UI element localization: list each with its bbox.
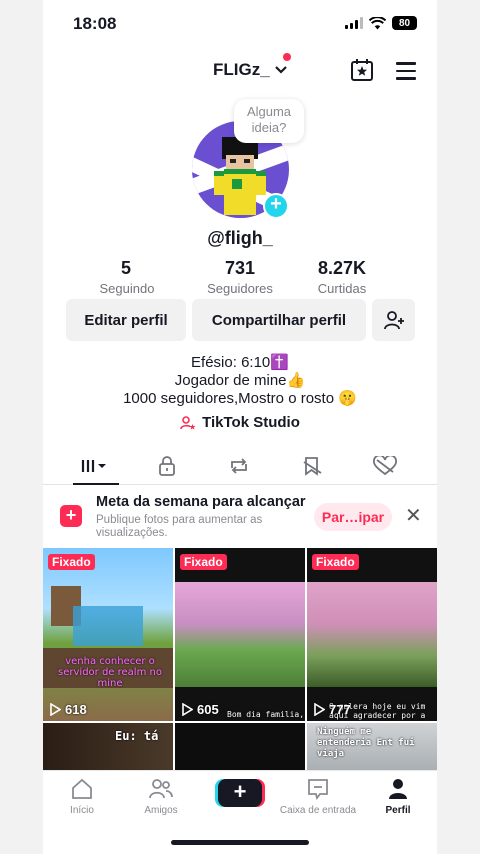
inbox-icon bbox=[308, 779, 328, 801]
tab-reposts[interactable] bbox=[219, 454, 259, 478]
edit-profile-button[interactable]: Editar perfil bbox=[66, 299, 186, 341]
video-thumbnail[interactable]: Eu: tá bbox=[43, 723, 173, 771]
play-icon bbox=[182, 703, 193, 716]
nav-inbox-label: Caixa de entrada bbox=[279, 805, 357, 816]
share-profile-button[interactable]: Compartilhar perfil bbox=[192, 299, 366, 341]
video-thumbnail[interactable]: Fixado Bom dia familia, 605 bbox=[175, 548, 305, 721]
nav-home[interactable]: Início bbox=[43, 777, 121, 816]
battery-icon: 80 bbox=[392, 16, 417, 30]
nav-profile-label: Perfil bbox=[385, 805, 411, 816]
home-indicator bbox=[171, 840, 309, 845]
nav-inbox[interactable]: Caixa de entrada bbox=[279, 777, 357, 816]
add-story-button[interactable]: + bbox=[263, 193, 289, 219]
stat-likes[interactable]: 8.27K Curtidas bbox=[297, 258, 387, 296]
tab-liked[interactable] bbox=[365, 454, 405, 478]
stat-followers-value: 731 bbox=[224, 258, 256, 278]
stat-following-value: 5 bbox=[121, 258, 132, 278]
tab-favorites[interactable] bbox=[293, 454, 333, 478]
profile-handle: @fligh_ bbox=[207, 228, 273, 248]
wifi-icon bbox=[369, 16, 386, 29]
lock-icon bbox=[159, 456, 175, 476]
stat-followers-label: Seguidores bbox=[207, 281, 273, 296]
play-icon bbox=[50, 703, 61, 716]
bookmark-hidden-icon bbox=[303, 457, 322, 476]
video-views: 605 bbox=[181, 702, 219, 717]
avatar-idea-bubble[interactable]: Alguma ideia? bbox=[234, 99, 304, 143]
signal-icon bbox=[345, 17, 363, 29]
home-icon bbox=[72, 778, 92, 799]
video-caption: venha conhecer o servidor de realm no mi… bbox=[58, 656, 162, 689]
video-caption: Ninguém me entenderia Ent fui viaja bbox=[317, 727, 415, 759]
play-icon bbox=[314, 703, 325, 716]
video-views: 618 bbox=[49, 702, 87, 717]
video-view-count: 777 bbox=[329, 702, 351, 717]
goal-subtitle: Publique fotos para aumentar as visualiz… bbox=[96, 514, 263, 539]
close-icon[interactable]: ✕ bbox=[405, 503, 422, 528]
video-thumbnail[interactable]: Ninguém me entenderia Ent fui viaja bbox=[307, 723, 437, 771]
tab-videos[interactable] bbox=[76, 454, 116, 478]
studio-label: TikTok Studio bbox=[202, 414, 300, 431]
friends-icon bbox=[149, 779, 173, 799]
status-time: 18:08 bbox=[73, 14, 117, 33]
repost-icon bbox=[231, 458, 247, 474]
account-switcher[interactable]: FLIGz_ bbox=[213, 60, 288, 80]
profile-icon bbox=[389, 779, 407, 799]
studio-icon bbox=[180, 415, 196, 430]
weekly-goal-banner: + Meta da semana para alcançar Publique … bbox=[43, 487, 437, 545]
video-thumbnail[interactable] bbox=[175, 723, 305, 771]
tiktok-studio-link[interactable]: TikTok Studio bbox=[43, 414, 437, 431]
goal-participate-button[interactable]: Par…ipar bbox=[314, 503, 392, 531]
stat-following-label: Seguindo bbox=[99, 281, 155, 296]
bio-line: Efésio: 6:10✝️ bbox=[191, 354, 289, 371]
add-user-icon bbox=[383, 311, 404, 330]
nav-home-label: Início bbox=[70, 805, 94, 816]
chevron-down-icon bbox=[274, 66, 287, 74]
video-view-count: 618 bbox=[65, 702, 87, 717]
video-thumbnail[interactable]: Fixado venha conhecer o servidor de real… bbox=[43, 548, 173, 721]
bio-line: 1000 seguidores,Mostro o rosto 🤫 bbox=[123, 390, 357, 407]
bio-line: Jogador de mine👍 bbox=[174, 372, 306, 389]
status-icons: 80 bbox=[345, 16, 417, 30]
nav-profile[interactable]: Perfil bbox=[359, 777, 437, 816]
video-caption: Bom dia familia, bbox=[227, 710, 305, 719]
pinned-badge: Fixado bbox=[180, 554, 227, 570]
pinned-badge: Fixado bbox=[48, 554, 95, 570]
video-view-count: 605 bbox=[197, 702, 219, 717]
status-bar: 18:08 80 bbox=[43, 0, 437, 48]
add-friend-button[interactable] bbox=[372, 299, 415, 341]
video-caption: Eu: tá bbox=[115, 729, 159, 743]
video-thumbnail[interactable]: Fixado O galera hoje eu vim aqui agradec… bbox=[307, 548, 437, 721]
stat-likes-label: Curtidas bbox=[317, 281, 367, 296]
create-button[interactable]: + bbox=[218, 779, 262, 807]
notification-dot bbox=[283, 53, 291, 61]
account-username: FLIGz_ bbox=[213, 60, 270, 79]
phone-screen: 18:08 80 FLIGz_ Alguma ideia? + @fligh_ … bbox=[43, 0, 437, 854]
profile-header: FLIGz_ bbox=[43, 50, 437, 90]
menu-icon[interactable] bbox=[396, 62, 416, 85]
stat-followers[interactable]: 731 Seguidores bbox=[195, 258, 285, 296]
tab-private[interactable] bbox=[147, 454, 187, 478]
goal-title: Meta da semana para alcançar bbox=[96, 494, 306, 510]
profile-bio: Efésio: 6:10✝️ Jogador de mine👍 1000 seg… bbox=[43, 354, 437, 408]
stat-following[interactable]: 5 Seguindo bbox=[82, 258, 172, 296]
nav-friends[interactable]: Amigos bbox=[122, 777, 200, 816]
creator-calendar-icon[interactable] bbox=[350, 58, 374, 82]
stat-likes-value: 8.27K bbox=[317, 258, 367, 278]
content-tabs bbox=[43, 450, 437, 485]
grid-filter-icon bbox=[81, 460, 106, 472]
heart-hidden-icon bbox=[373, 456, 397, 476]
active-tab-indicator bbox=[73, 483, 119, 485]
pinned-badge: Fixado bbox=[312, 554, 359, 570]
video-views: 777 bbox=[313, 702, 351, 717]
goal-plus-icon: + bbox=[60, 505, 82, 527]
nav-friends-label: Amigos bbox=[144, 805, 178, 816]
